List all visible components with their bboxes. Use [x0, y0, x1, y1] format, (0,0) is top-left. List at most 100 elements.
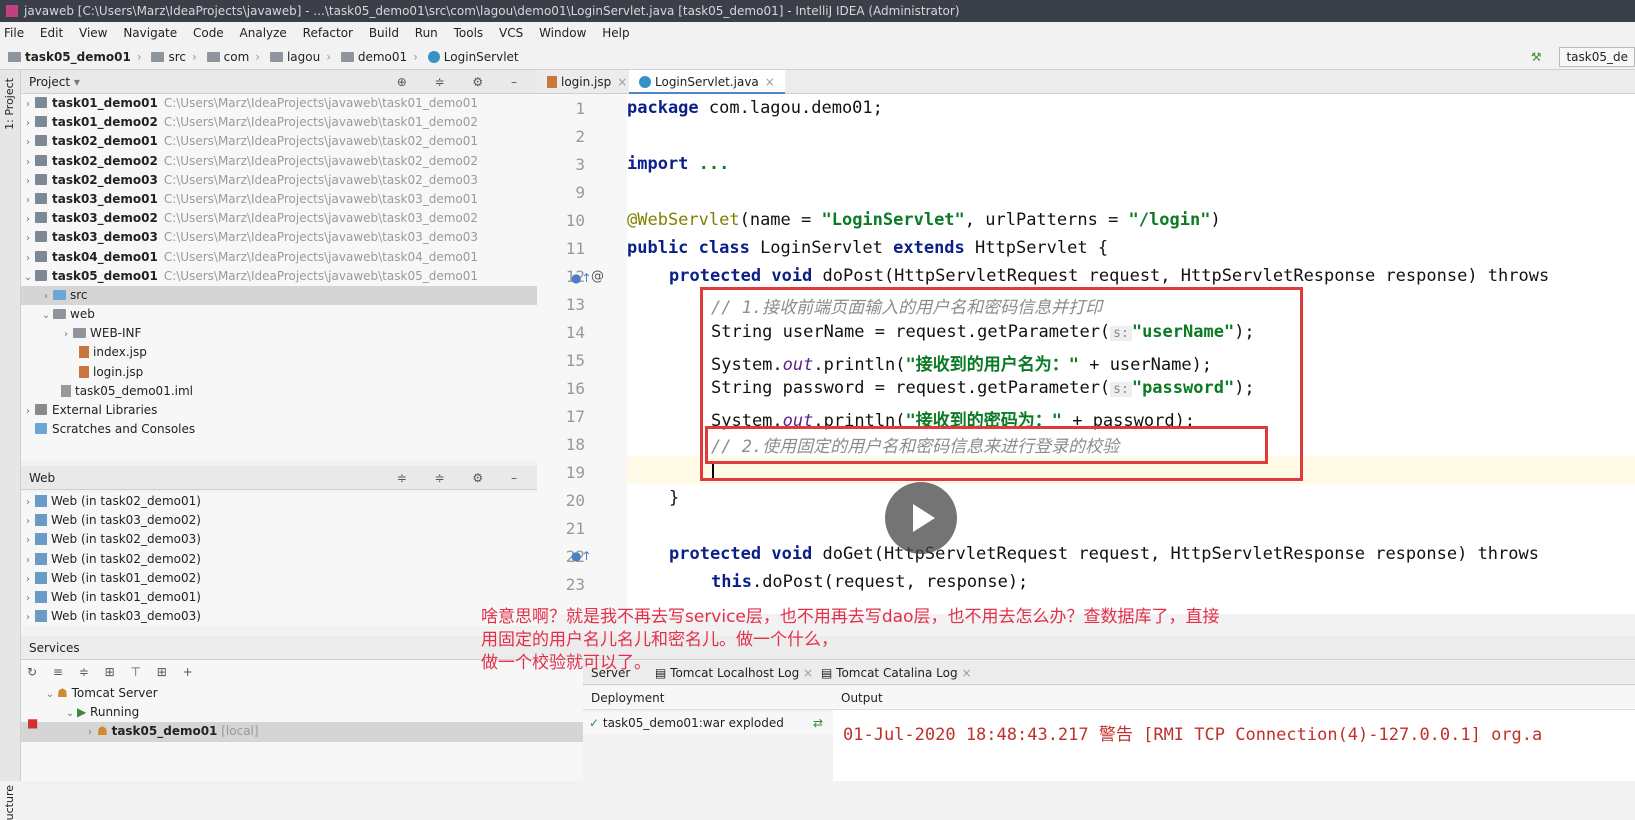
web-item[interactable]: › Web (in task02_demo03)	[21, 530, 537, 549]
breadcrumb-module[interactable]: task05_demo01	[8, 44, 131, 70]
code-line-3: import ...	[627, 154, 730, 174]
module-icon	[35, 154, 47, 166]
line-number: 3	[575, 155, 585, 174]
tomcat-server-node[interactable]: ⌄ ☗ Tomcat Server	[21, 684, 583, 703]
folder-icon	[73, 328, 86, 339]
menu-tools[interactable]: Tools	[454, 26, 484, 40]
tree-item-task01_demo01[interactable]: › task01_demo01 C:\Users\Marz\IdeaProjects…	[21, 94, 537, 113]
tree-item-task03_demo03[interactable]: › task03_demo03 C:\Users\Marz\IdeaProjects…	[21, 228, 537, 247]
tomcat-icon: ☗	[97, 724, 112, 739]
tree-item-login-jsp[interactable]: login.jsp	[21, 363, 537, 382]
breadcrumb-demo01[interactable]: demo01	[340, 44, 407, 70]
editor-gutter: 1 2 3 9 10 11 12 13 14 15 16 17 18 19 20…	[537, 94, 627, 614]
menu-navigate[interactable]: Navigate	[123, 26, 177, 40]
line-number: 14	[565, 323, 585, 342]
breadcrumb-lagou[interactable]: lagou	[269, 44, 320, 70]
line-number: 20	[565, 491, 585, 510]
module-icon	[35, 250, 47, 262]
scratches-icon	[35, 423, 47, 435]
module-icon	[35, 212, 47, 224]
line-number: 11	[565, 239, 585, 258]
line-number: 10	[565, 211, 585, 230]
stop-icon[interactable]: ■	[27, 716, 38, 730]
tree-item-index-jsp[interactable]: index.jsp	[21, 343, 537, 362]
code-line-12: protected void doPost(HttpServletRequest…	[669, 266, 1550, 286]
close-icon[interactable]: ×	[765, 75, 775, 89]
override-marker-icon[interactable]: ●↑	[571, 549, 592, 563]
breadcrumb-src[interactable]: src	[151, 44, 186, 70]
tree-item-scratches[interactable]: Scratches and Consoles	[21, 420, 537, 439]
tree-item-task02_demo03[interactable]: › task02_demo03 C:\Users\Marz\IdeaProjects…	[21, 171, 537, 190]
tree-item-task03_demo01[interactable]: › task03_demo01 C:\Users\Marz\IdeaProjects…	[21, 190, 537, 209]
tree-item-task04_demo01[interactable]: › task04_demo01 C:\Users\Marz\IdeaProjects…	[21, 248, 537, 267]
source-folder-icon	[53, 289, 66, 300]
menu-edit[interactable]: Edit	[40, 26, 63, 40]
tree-item-task02_demo02[interactable]: › task02_demo02 C:\Users\Marz\IdeaProjects…	[21, 152, 537, 171]
close-icon[interactable]: ×	[617, 75, 627, 89]
web-panel-actions[interactable]: ≑ ≑ ⚙ –	[397, 466, 529, 490]
menu-code[interactable]: Code	[193, 26, 224, 40]
tree-item-task02_demo01[interactable]: › task02_demo01 C:\Users\Marz\IdeaProjects…	[21, 132, 537, 151]
tree-item-web-inf[interactable]: › WEB-INF	[21, 324, 537, 343]
deployment-node[interactable]: › ☗ task05_demo01 [local]	[21, 722, 583, 742]
folder-icon	[206, 52, 220, 62]
tree-item-src[interactable]: › src	[21, 285, 537, 306]
running-node[interactable]: ⌄ ▶ Running	[21, 703, 583, 722]
line-number: 18	[565, 435, 585, 454]
tab-login-jsp[interactable]: login.jsp ×	[537, 70, 637, 94]
tab-loginservlet-java[interactable]: LoginServlet.java ×	[629, 70, 785, 94]
breadcrumb-class[interactable]: LoginServlet	[427, 44, 519, 70]
web-item[interactable]: › Web (in task01_demo02)	[21, 569, 537, 588]
web-item[interactable]: › Web (in task03_demo02)	[21, 511, 537, 530]
tree-item-task03_demo02[interactable]: › task03_demo02 C:\Users\Marz\IdeaProjects…	[21, 209, 537, 228]
web-facet-icon	[35, 590, 47, 603]
run-config-select[interactable]: task05_de	[1559, 47, 1635, 67]
menu-analyze[interactable]: Analyze	[240, 26, 287, 40]
web-facet-icon	[35, 495, 47, 507]
module-icon	[8, 52, 21, 62]
hammer-icon[interactable]: ⚒	[1531, 50, 1542, 64]
menu-build[interactable]: Build	[369, 26, 399, 40]
line-number: 21	[565, 519, 585, 538]
line-number: 16	[565, 379, 585, 398]
tree-item-web[interactable]: ⌄ web	[21, 305, 537, 324]
tree-item-task05_demo01[interactable]: ⌄ task05_demo01 C:\Users\Marz\IdeaProjects…	[21, 267, 537, 286]
project-panel-actions[interactable]: ⊕ ≑ ⚙ –	[397, 70, 529, 94]
menu-window[interactable]: Window	[539, 26, 586, 40]
video-play-button[interactable]	[885, 482, 957, 554]
menu-view[interactable]: View	[79, 26, 107, 40]
menu-run[interactable]: Run	[415, 26, 438, 40]
folder-icon	[53, 309, 66, 320]
project-panel-header: Project ▾ ⊕ ≑ ⚙ –	[21, 70, 537, 94]
tree-item-task01_demo02[interactable]: › task01_demo02 C:\Users\Marz\IdeaProjects…	[21, 113, 537, 132]
deployment-item[interactable]: ✓ task05_demo01:war exploded ⇄	[583, 712, 833, 734]
menu-file[interactable]: File	[4, 26, 24, 40]
chevron-down-icon[interactable]: ▾	[74, 75, 80, 89]
web-item[interactable]: › Web (in task02_demo01)	[21, 492, 537, 511]
breadcrumb-com[interactable]: com	[206, 44, 249, 70]
override-marker-icon[interactable]: ●↑	[571, 271, 592, 285]
output-header: Output	[833, 686, 1635, 710]
line-number: 1	[575, 99, 585, 118]
class-icon	[427, 51, 440, 63]
web-item[interactable]: › Web (in task02_demo02)	[21, 550, 537, 569]
annotation-marker-icon[interactable]: @	[591, 269, 604, 284]
web-item[interactable]: › Web (in task01_demo01)	[21, 588, 537, 607]
module-icon	[35, 116, 47, 128]
menu-help[interactable]: Help	[602, 26, 629, 40]
menu-refactor[interactable]: Refactor	[303, 26, 353, 40]
tree-item-iml[interactable]: task05_demo01.iml	[21, 382, 537, 401]
structure-tool-button[interactable]: ucture	[3, 785, 16, 820]
module-icon	[35, 173, 47, 185]
code-line-1: package com.lagou.demo01;	[627, 98, 883, 118]
project-panel-title[interactable]: Project	[29, 75, 70, 89]
deployment-header: Deployment	[583, 686, 833, 710]
deploy-icon: ⇄	[812, 716, 823, 730]
web-panel-title: Web	[29, 471, 56, 485]
web-item[interactable]: › Web (in task03_demo03)	[21, 607, 537, 626]
project-tool-button[interactable]: 1: Project	[3, 78, 16, 130]
tree-item-external-libraries[interactable]: › External Libraries	[21, 401, 537, 420]
module-icon	[35, 135, 47, 147]
web-tree: › Web (in task02_demo01) › Web (in task03_…	[21, 492, 537, 626]
menu-vcs[interactable]: VCS	[499, 26, 523, 40]
